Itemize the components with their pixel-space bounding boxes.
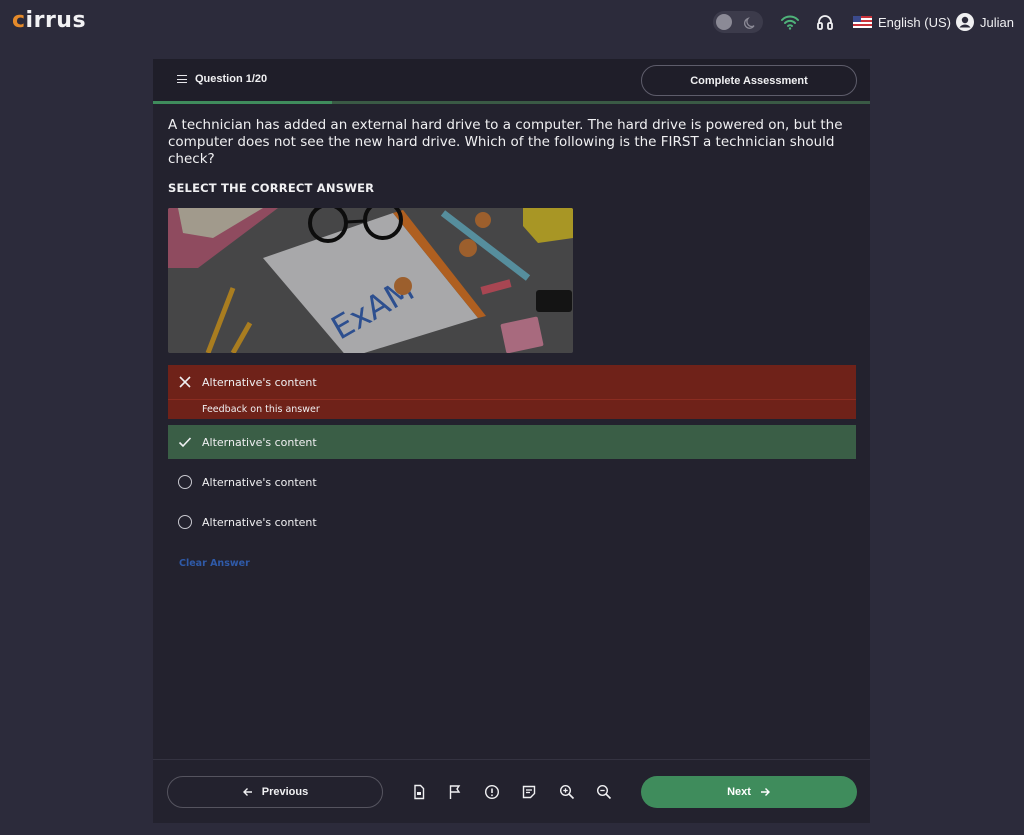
complete-assessment-button[interactable]: Complete Assessment (641, 65, 857, 96)
moon-icon (744, 17, 755, 29)
language-selector[interactable]: English (US) (853, 12, 951, 32)
user-menu[interactable]: Julian (955, 11, 1014, 33)
question-menu-button[interactable]: Question 1/20 (177, 73, 267, 85)
top-bar: cirrus English (US) Julian (0, 0, 1024, 44)
question-header: Question 1/20 Complete Assessment (153, 59, 870, 101)
note-icon[interactable] (521, 784, 537, 800)
instruction-label: SELECT THE CORRECT ANSWER (168, 181, 375, 195)
document-icon[interactable] (411, 784, 427, 800)
zoom-out-icon[interactable] (596, 784, 612, 800)
next-button[interactable]: Next (641, 776, 857, 808)
flag-icon[interactable] (447, 784, 463, 800)
toggle-knob (716, 14, 732, 30)
wifi-icon[interactable] (780, 12, 800, 32)
logo-text: irrus (25, 8, 87, 33)
cirrus-logo[interactable]: cirrus (12, 8, 86, 33)
language-label: English (US) (878, 14, 951, 30)
theme-toggle[interactable] (713, 11, 763, 33)
radio-button[interactable] (178, 515, 192, 529)
headphones-icon[interactable] (815, 12, 835, 32)
alert-icon[interactable] (484, 784, 500, 800)
arrow-left-icon (242, 788, 252, 796)
answer-label: Alternative's content (202, 375, 317, 389)
clear-answer-link[interactable]: Clear Answer (179, 558, 250, 569)
us-flag-icon (853, 16, 872, 28)
exam-photo: ExAM (168, 208, 573, 353)
check-icon (178, 437, 192, 448)
next-label: Next (727, 786, 751, 798)
previous-label: Previous (261, 786, 309, 798)
progress-bar (153, 101, 870, 104)
question-text: A technician has added an external hard … (168, 117, 843, 167)
close-icon (179, 376, 191, 388)
assessment-panel: Question 1/20 Complete Assessment A tech… (153, 59, 870, 823)
answer-label: Alternative's content (202, 475, 317, 489)
answer-option-1-incorrect[interactable]: Alternative's content (168, 365, 856, 399)
zoom-in-icon[interactable] (559, 784, 575, 800)
previous-button[interactable]: Previous (167, 776, 383, 808)
radio-button[interactable] (178, 475, 192, 489)
user-avatar-icon (956, 13, 974, 31)
question-image: ExAM (168, 208, 573, 353)
answer-feedback: Feedback on this answer (168, 399, 856, 419)
user-name: Julian (980, 14, 1014, 30)
menu-icon (177, 75, 187, 83)
answer-label: Alternative's content (202, 515, 317, 529)
answer-option-4[interactable]: Alternative's content (168, 505, 856, 539)
answer-label: Alternative's content (202, 435, 317, 449)
answer-option-3[interactable]: Alternative's content (168, 465, 856, 499)
assessment-footer: Previous Next (153, 759, 870, 823)
arrow-right-icon (760, 788, 770, 796)
progress-fill (153, 101, 333, 104)
answer-option-2-correct[interactable]: Alternative's content (168, 425, 856, 459)
question-counter: Question 1/20 (195, 73, 268, 85)
